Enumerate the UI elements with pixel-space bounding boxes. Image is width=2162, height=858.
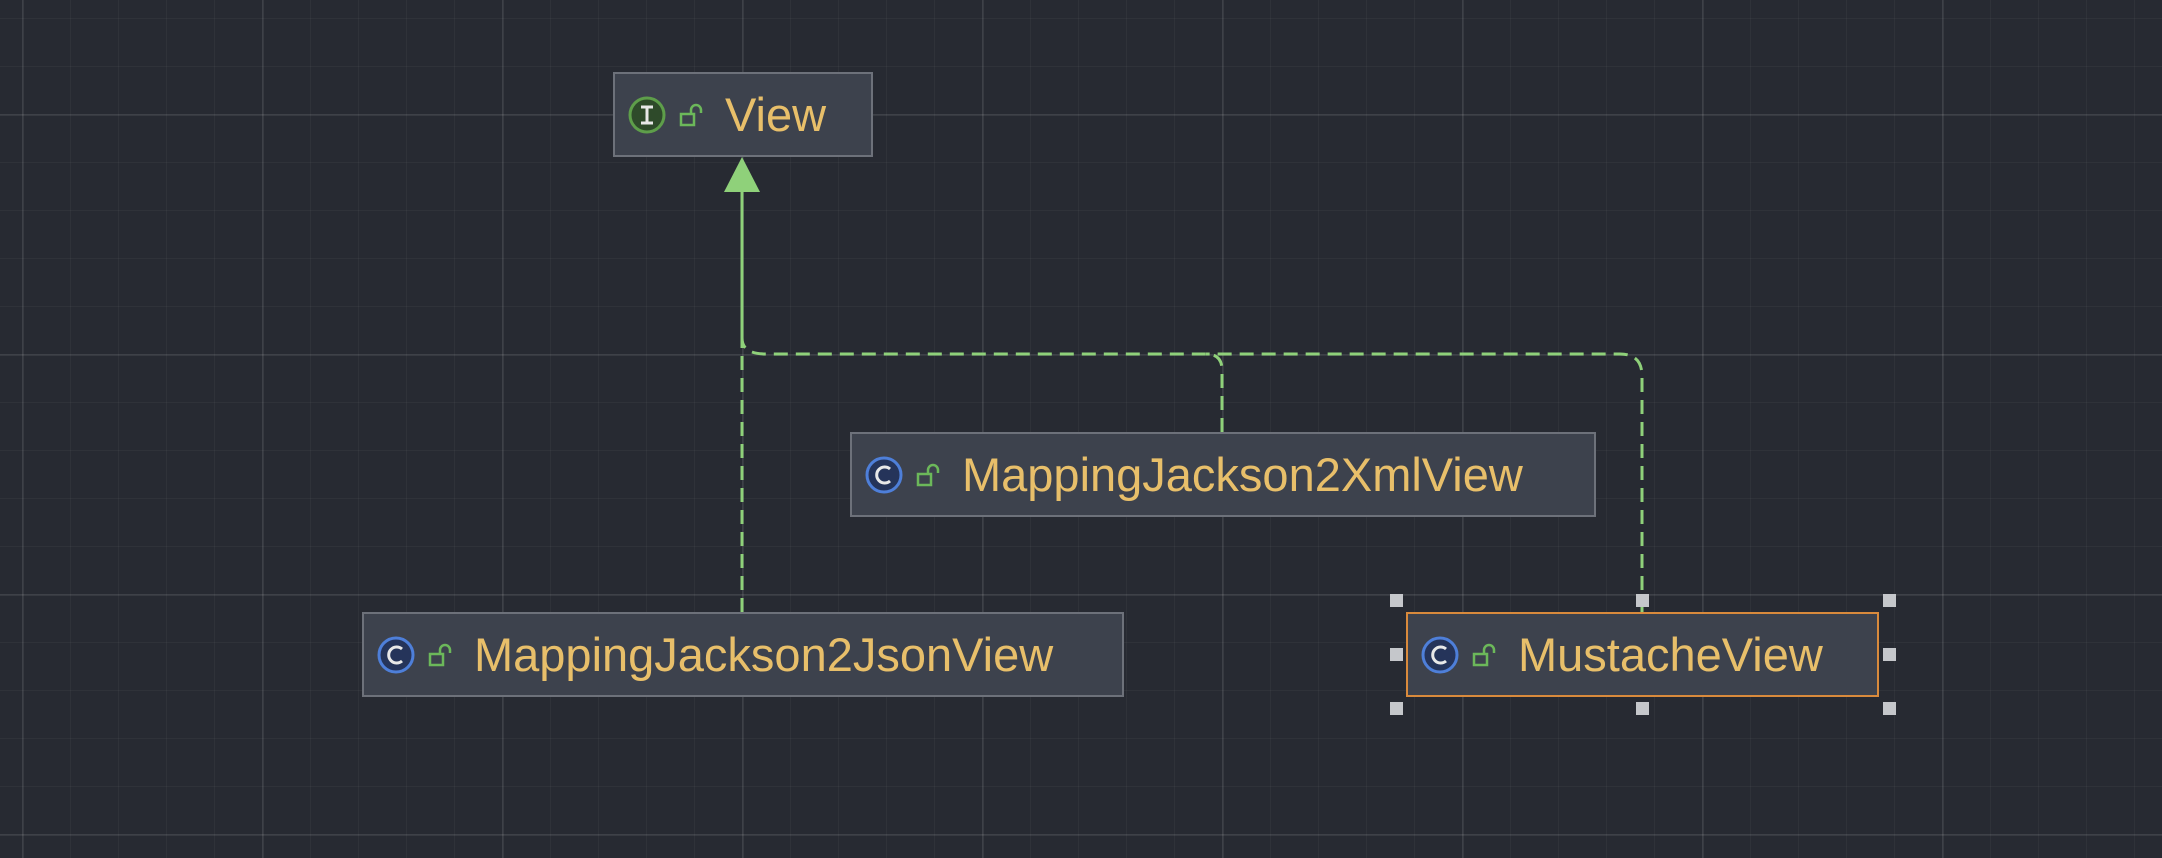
resize-handle-bottom[interactable] <box>1636 702 1649 715</box>
resize-handle-top[interactable] <box>1636 594 1649 607</box>
interface-icon <box>627 95 667 135</box>
class-icon <box>1420 635 1460 675</box>
edge-xml-to-view <box>740 337 1224 432</box>
diagram-edges <box>724 157 1644 612</box>
node-mappingjackson2xmlview[interactable]: MappingJackson2XmlView <box>850 432 1596 517</box>
implements-arrowhead <box>724 157 760 192</box>
resize-handle-top-right[interactable] <box>1883 594 1896 607</box>
node-view[interactable]: View <box>613 72 873 157</box>
node-label: MappingJackson2JsonView <box>474 628 1054 681</box>
resize-handle-bottom-left[interactable] <box>1390 702 1403 715</box>
class-icon <box>864 455 904 495</box>
node-label: MustacheView <box>1518 628 1823 681</box>
resize-handle-right[interactable] <box>1883 648 1896 661</box>
diagram-canvas[interactable]: View MappingJackson2XmlView MappingJacks… <box>0 0 2162 858</box>
resize-handle-bottom-right[interactable] <box>1883 702 1896 715</box>
class-icon <box>376 635 416 675</box>
public-unlock-icon <box>679 102 705 128</box>
public-unlock-icon <box>916 462 942 488</box>
node-label: MappingJackson2XmlView <box>962 448 1523 501</box>
node-label: View <box>725 88 827 141</box>
node-mustacheview[interactable]: MustacheView <box>1406 612 1879 697</box>
public-unlock-icon <box>428 642 454 668</box>
resize-handle-top-left[interactable] <box>1390 594 1403 607</box>
resize-handle-left[interactable] <box>1390 648 1403 661</box>
node-mappingjackson2jsonview[interactable]: MappingJackson2JsonView <box>362 612 1124 697</box>
public-unlock-icon <box>1472 642 1498 668</box>
